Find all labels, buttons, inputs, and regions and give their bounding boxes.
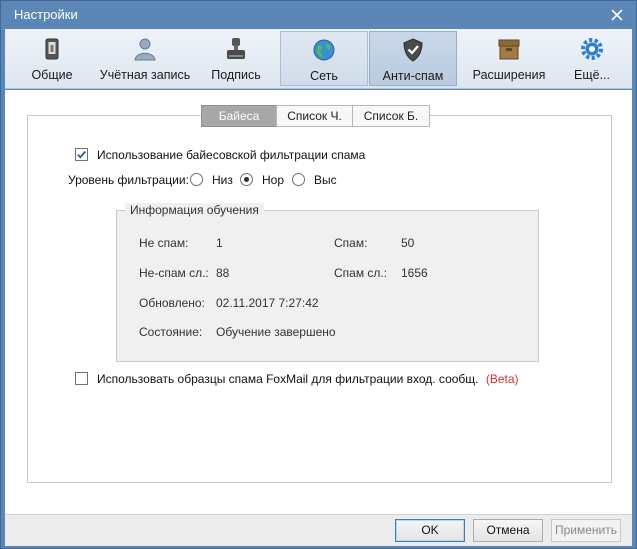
toolbar-item-network[interactable]: Сеть	[280, 31, 368, 86]
toolbar-label-account: Учётная запись	[99, 68, 191, 82]
foxmail-samples-checkbox[interactable]	[75, 372, 88, 385]
bayes-enable-label: Использование байесовской фильтрации спа…	[97, 148, 366, 162]
not-spam-label: Не спам:	[139, 236, 189, 250]
subtab-bayes[interactable]: Байеса	[201, 105, 277, 127]
level-low-radio[interactable]	[190, 173, 203, 186]
antispam-icon	[400, 37, 426, 63]
toolbar-label-network: Сеть	[310, 69, 338, 83]
foxmail-samples-label: Использовать образцы спама FoxMail для ф…	[97, 372, 479, 386]
subtab-bar: Байеса Список Ч. Список Б.	[201, 105, 430, 127]
training-info-group: Информация обучения Не спам: 1 Спам: 50 …	[116, 203, 539, 362]
title-bar: Настройки	[1, 1, 636, 29]
level-normal-label: Нор	[262, 173, 285, 187]
extensions-icon	[496, 36, 522, 62]
toolbar-item-signature[interactable]: Подпись	[201, 31, 271, 86]
toolbar-item-more[interactable]: Ещё...	[561, 31, 623, 86]
close-icon	[611, 9, 623, 21]
spam-words-label: Спам сл.:	[334, 266, 388, 280]
filter-level-label: Уровень фильтрации:	[68, 173, 189, 187]
radio-selected-dot	[244, 177, 249, 182]
beta-badge: (Beta)	[485, 372, 519, 386]
updated-value: 02.11.2017 7:27:42	[216, 296, 319, 310]
toolbar-item-extensions[interactable]: Расширения	[462, 31, 556, 86]
check-icon	[77, 150, 86, 159]
settings-window: Настройки Общие Учётная запись Подпись С…	[0, 0, 637, 549]
dialog-footer: OK Отмена Применить	[5, 514, 632, 546]
toolbar-item-account[interactable]: Учётная запись	[97, 31, 193, 86]
status-value: Обучение завершено	[216, 325, 336, 339]
general-icon	[39, 36, 65, 62]
not-spam-words-label: Не-спам сл.:	[139, 266, 209, 280]
level-low-label: Низ	[212, 173, 233, 187]
subtab-blacklist[interactable]: Список Б.	[352, 105, 430, 127]
training-info-title: Информация обучения	[125, 203, 264, 217]
toolbar-item-antispam[interactable]: Анти-спам	[369, 31, 457, 86]
spam-label: Спам:	[334, 236, 368, 250]
status-label: Состояние:	[139, 325, 203, 339]
updated-label: Обновлено:	[139, 296, 205, 310]
more-gear-icon	[579, 36, 605, 62]
level-normal-radio[interactable]	[240, 173, 253, 186]
level-high-label: Выс	[314, 173, 337, 187]
antispam-panel: Байеса Список Ч. Список Б. Использование…	[5, 90, 632, 514]
network-icon	[311, 37, 337, 63]
toolbar-label-antispam: Анти-спам	[382, 69, 444, 83]
spam-words-value: 1656	[401, 266, 428, 280]
spam-value: 50	[401, 236, 415, 250]
ok-button[interactable]: OK	[395, 519, 465, 542]
apply-button[interactable]: Применить	[551, 519, 621, 542]
close-button[interactable]	[606, 4, 628, 26]
window-title: Настройки	[14, 7, 78, 22]
not-spam-value: 1	[216, 236, 223, 250]
bayes-enable-checkbox[interactable]	[75, 148, 88, 161]
account-icon	[132, 36, 158, 62]
toolbar-label-more: Ещё...	[574, 68, 610, 82]
toolbar-label-extensions: Расширения	[472, 68, 546, 82]
cancel-button[interactable]: Отмена	[473, 519, 543, 542]
toolbar-item-general[interactable]: Общие	[17, 31, 87, 86]
subtab-whitelist[interactable]: Список Ч.	[276, 105, 353, 127]
not-spam-words-value: 88	[216, 266, 230, 280]
toolbar-label-general: Общие	[31, 68, 73, 82]
signature-icon	[223, 36, 249, 62]
settings-toolbar: Общие Учётная запись Подпись Сеть Анти-с…	[5, 29, 632, 89]
level-high-radio[interactable]	[292, 173, 305, 186]
toolbar-label-signature: Подпись	[211, 68, 261, 82]
foxmail-samples-row: Использовать образцы спама FoxMail для ф…	[97, 372, 519, 386]
